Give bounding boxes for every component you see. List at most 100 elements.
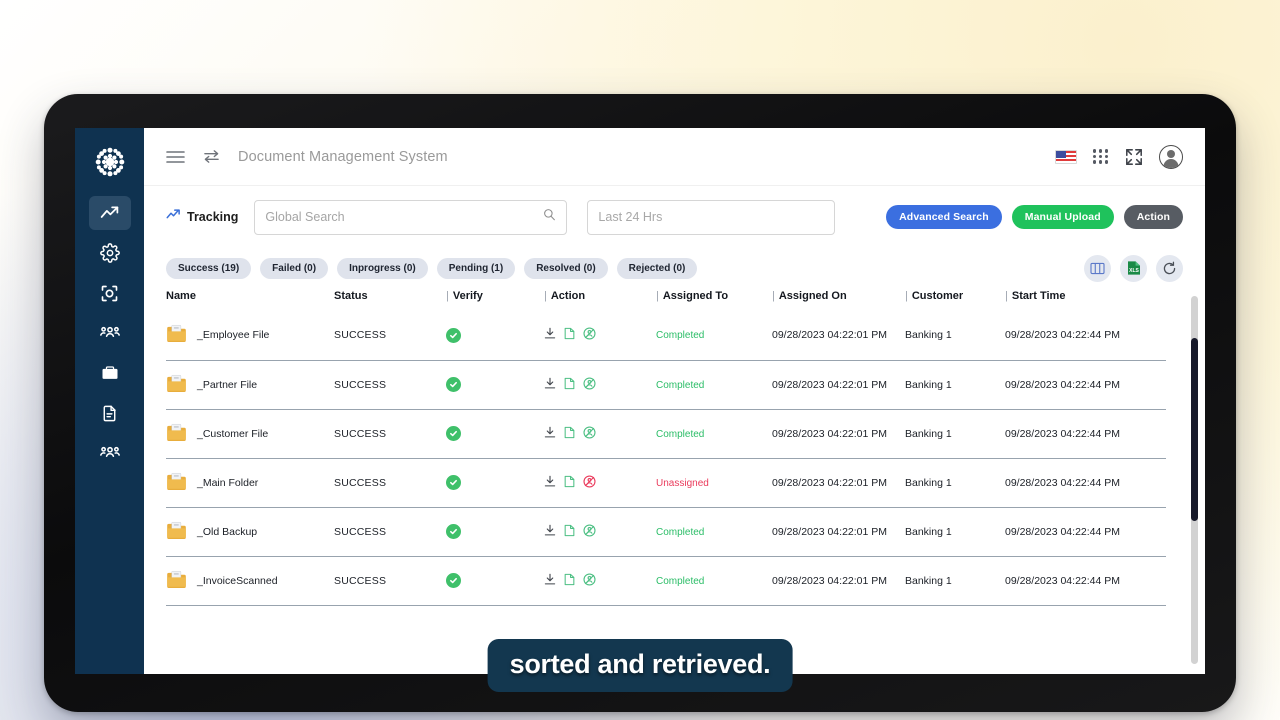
download-icon[interactable] — [544, 524, 556, 540]
filter-chip-pending[interactable]: Pending (1) — [436, 257, 516, 279]
cell-action — [544, 311, 656, 361]
table-row[interactable]: _Main Folder SUCCESS Unassigned 09/28/2023 … — [166, 458, 1166, 508]
filter-chip-success[interactable]: Success (19) — [166, 257, 252, 279]
action-button[interactable]: Action — [1123, 205, 1183, 229]
assign-user-icon[interactable] — [583, 572, 596, 589]
cell-action — [544, 556, 656, 606]
refresh-icon[interactable] — [1156, 254, 1183, 282]
cell-verify — [446, 311, 544, 361]
check-circle-icon[interactable] — [446, 573, 544, 588]
folder-icon — [166, 324, 187, 346]
column-header-status[interactable]: Status — [334, 288, 446, 311]
sidebar-item-users[interactable] — [89, 436, 131, 470]
cell-verify — [446, 409, 544, 459]
xls-export-icon[interactable]: XLS — [1120, 254, 1147, 282]
user-avatar-icon[interactable] — [1159, 144, 1183, 169]
assign-user-icon[interactable] — [583, 376, 596, 393]
document-outline-icon[interactable] — [564, 377, 575, 393]
cell-assigned-to: Unassigned — [656, 458, 772, 508]
trend-up-icon — [166, 208, 181, 226]
filter-chip-rejected[interactable]: Rejected (0) — [616, 257, 698, 279]
search-placeholder: Global Search — [265, 210, 345, 224]
people-icon — [99, 322, 121, 344]
cell-name: _Customer File — [166, 409, 334, 459]
manual-upload-button[interactable]: Manual Upload — [1011, 205, 1114, 229]
assignment-status: Completed — [656, 526, 705, 538]
document-outline-icon[interactable] — [564, 573, 575, 589]
column-header-assigned-to[interactable]: | Assigned To — [656, 288, 772, 311]
cell-assigned-on: 09/28/2023 04:22:01 PM — [772, 507, 905, 557]
table-row[interactable]: _Old Backup SUCCESS Completed 09/28/2023 04… — [166, 507, 1166, 557]
grid-dots-icon[interactable] — [1093, 149, 1109, 164]
table-body: _Employee File SUCCESS Completed 09/28/2023… — [166, 311, 1166, 606]
filter-chip-resolved[interactable]: Resolved (0) — [524, 257, 608, 279]
sidebar-item-settings[interactable] — [89, 236, 131, 270]
download-icon[interactable] — [544, 573, 556, 589]
search-icon[interactable] — [543, 208, 556, 226]
stage: Document Management System Tracking Glob… — [0, 0, 1280, 720]
sidebar-item-scan[interactable] — [89, 276, 131, 310]
document-outline-icon[interactable] — [564, 327, 575, 343]
sidebar-item-tracking[interactable] — [88, 196, 131, 230]
us-flag-icon[interactable] — [1055, 149, 1077, 164]
columns-icon[interactable] — [1084, 254, 1111, 282]
column-header-start-time[interactable]: | Start Time — [1005, 288, 1166, 311]
document-outline-icon[interactable] — [564, 524, 575, 540]
document-outline-icon[interactable] — [564, 426, 575, 442]
date-range-input[interactable]: Last 24 Hrs — [587, 199, 836, 235]
assign-user-icon[interactable] — [583, 474, 596, 491]
sidebar-item-teams[interactable] — [89, 316, 131, 350]
download-icon[interactable] — [544, 327, 556, 343]
column-header-verify[interactable]: | Verify — [446, 288, 544, 311]
table-row[interactable]: _Partner File SUCCESS Completed 09/28/2023 … — [166, 360, 1166, 410]
check-circle-icon[interactable] — [446, 377, 544, 392]
swap-arrows-icon[interactable] — [203, 149, 220, 164]
expand-icon[interactable] — [1125, 148, 1143, 166]
filter-chip-failed[interactable]: Failed (0) — [260, 257, 329, 279]
table-row[interactable]: _InvoiceScanned SUCCESS Completed 09/28/202… — [166, 556, 1166, 606]
download-icon[interactable] — [544, 377, 556, 393]
main-content: Document Management System Tracking Glob… — [144, 128, 1205, 674]
sidebar-item-briefcase[interactable] — [89, 356, 131, 390]
assignment-status: Completed — [656, 428, 705, 440]
tracking-label: Tracking — [187, 210, 239, 224]
column-header-action[interactable]: | Action — [544, 288, 656, 311]
check-circle-icon[interactable] — [446, 524, 544, 539]
table-row[interactable]: _Customer File SUCCESS Completed 09/28/2023… — [166, 409, 1166, 459]
check-circle-icon[interactable] — [446, 426, 544, 441]
cell-status: SUCCESS — [334, 360, 446, 410]
assign-user-icon[interactable] — [583, 523, 596, 540]
tablet-screen: Document Management System Tracking Glob… — [75, 128, 1205, 674]
filter-chip-inprogress[interactable]: Inprogress (0) — [337, 257, 428, 279]
cell-start-time: 09/28/2023 04:22:44 PM — [1005, 507, 1166, 557]
cell-action — [544, 507, 656, 557]
cell-start-time: 09/28/2023 04:22:44 PM — [1005, 360, 1166, 410]
cell-assigned-on: 09/28/2023 04:22:01 PM — [772, 458, 905, 508]
sidebar — [75, 128, 144, 674]
file-name: _Main Folder — [197, 476, 259, 489]
assign-user-icon[interactable] — [583, 327, 596, 343]
cell-assigned-to: Completed — [656, 556, 772, 606]
check-circle-icon[interactable] — [446, 327, 544, 343]
table-row[interactable]: _Employee File SUCCESS Completed 09/28/2023… — [166, 311, 1166, 361]
search-input[interactable]: Global Search — [254, 199, 568, 235]
table-scrollbar-thumb[interactable] — [1191, 338, 1198, 521]
download-icon[interactable] — [544, 426, 556, 442]
cell-status: SUCCESS — [334, 556, 446, 606]
hamburger-icon[interactable] — [166, 150, 185, 164]
sidebar-item-documents[interactable] — [89, 396, 131, 430]
column-header-assigned-on[interactable]: | Assigned On — [772, 288, 905, 311]
advanced-search-button[interactable]: Advanced Search — [886, 205, 1002, 229]
cell-customer: Banking 1 — [905, 458, 1005, 508]
cell-customer: Banking 1 — [905, 556, 1005, 606]
table-scrollbar-track[interactable] — [1191, 296, 1198, 664]
assign-user-icon[interactable] — [583, 425, 596, 442]
document-outline-icon[interactable] — [564, 475, 575, 491]
column-header-name[interactable]: Name — [166, 288, 334, 311]
folder-icon — [166, 521, 187, 543]
check-circle-icon[interactable] — [446, 475, 544, 490]
caption-overlay: sorted and retrieved. — [487, 639, 793, 692]
column-header-customer[interactable]: | Customer — [905, 288, 1005, 311]
download-icon[interactable] — [544, 475, 556, 491]
top-bar: Document Management System — [144, 128, 1205, 186]
